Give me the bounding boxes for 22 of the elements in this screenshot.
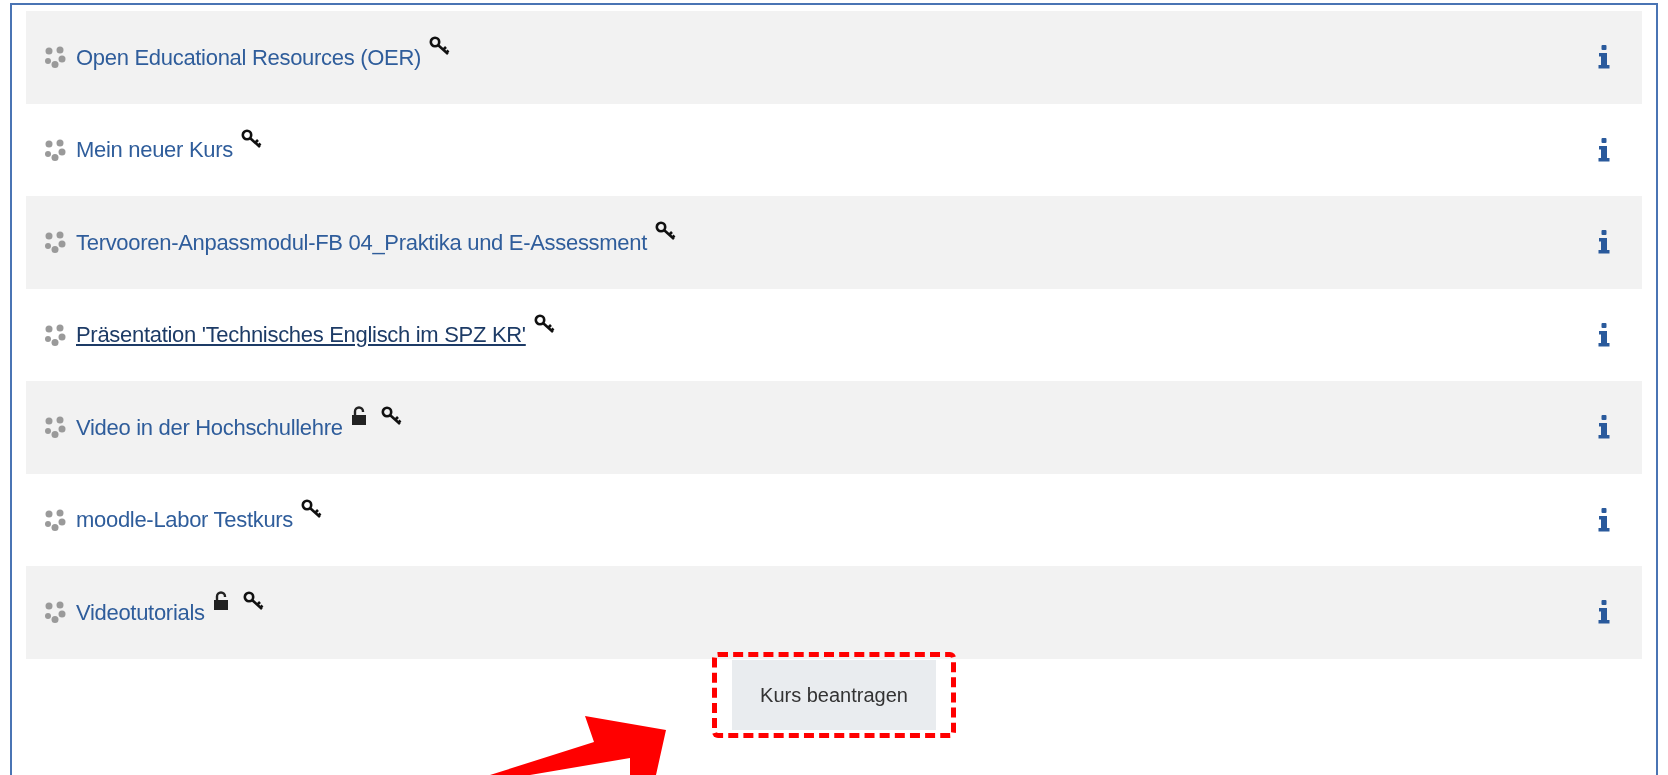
course-icon <box>44 601 66 624</box>
course-icon <box>44 323 66 346</box>
course-link[interactable]: Präsentation 'Technisches Englisch im SPZ KR' <box>76 318 526 352</box>
course-link[interactable]: Open Educational Resources (OER) <box>76 40 421 74</box>
course-icon <box>44 231 66 254</box>
course-icon <box>44 46 66 69</box>
info-icon[interactable] <box>1598 600 1610 625</box>
info-icon[interactable] <box>1598 45 1610 70</box>
course-icon <box>44 508 66 531</box>
course-icon <box>44 138 66 161</box>
course-link[interactable]: Tervooren-Anpassmodul-FB 04_Praktika und E-Assessment <box>76 225 648 259</box>
course-link[interactable]: Video in der Hochschullehre <box>76 410 343 444</box>
info-icon[interactable] <box>1598 415 1610 440</box>
info-icon[interactable] <box>1598 322 1610 347</box>
course-link[interactable]: moodle-Labor Testkurs <box>76 503 294 537</box>
info-icon[interactable] <box>1598 507 1610 532</box>
course-icon <box>44 416 66 439</box>
course-link[interactable]: Videotutorials <box>76 595 205 629</box>
info-icon[interactable] <box>1598 230 1610 255</box>
course-link[interactable]: Mein neuer Kurs <box>76 133 233 167</box>
info-icon[interactable] <box>1598 137 1610 162</box>
request-course-button[interactable]: Kurs beantragen <box>732 659 936 730</box>
